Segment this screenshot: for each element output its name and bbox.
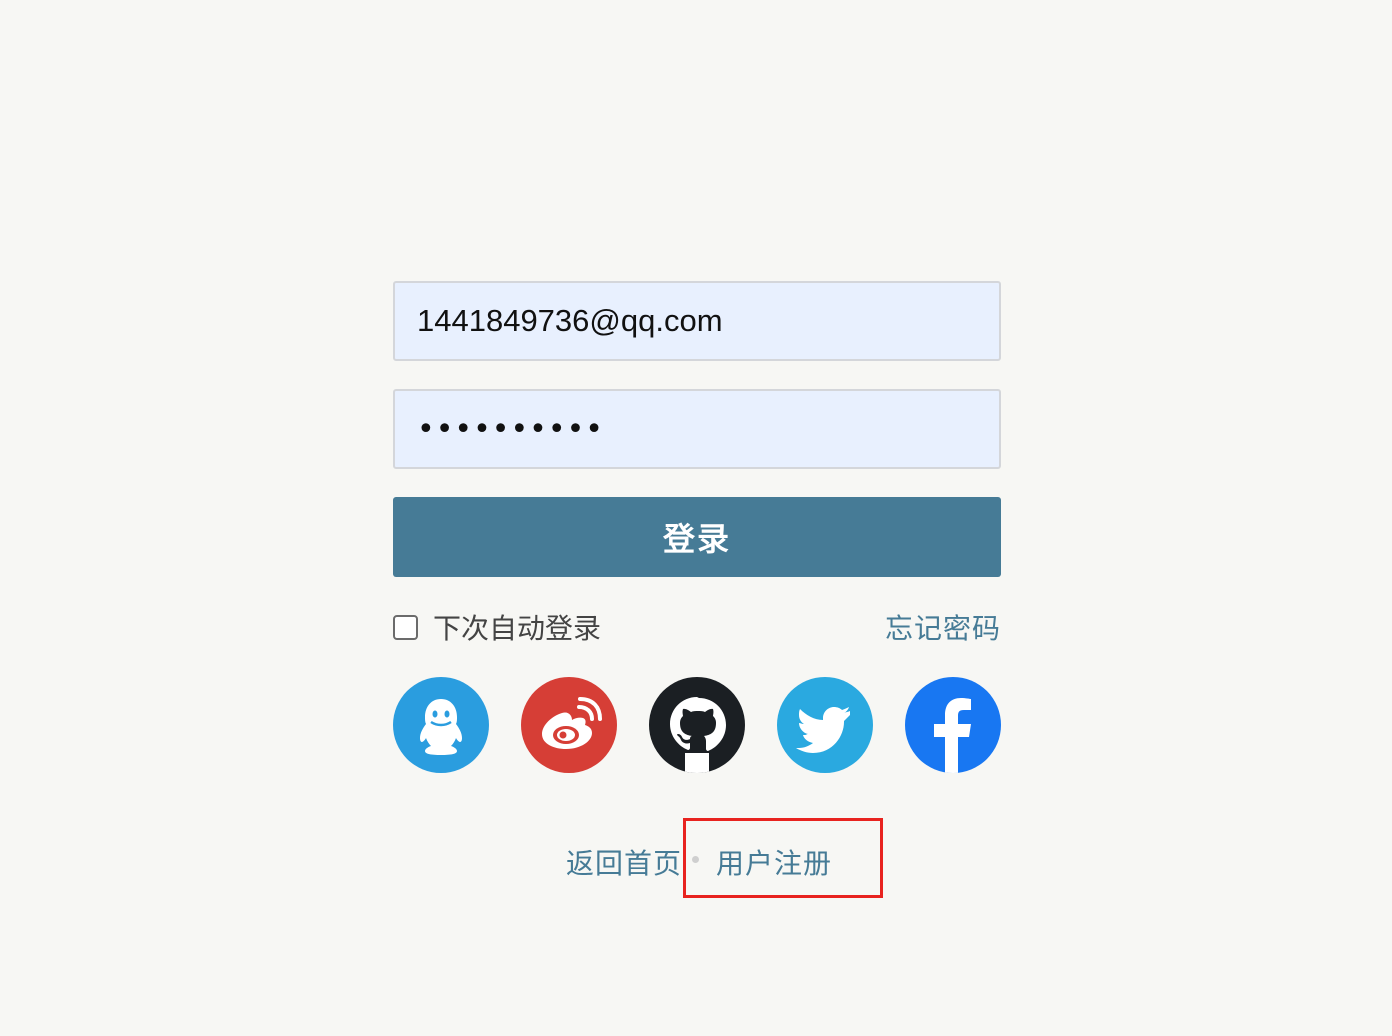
remember-me[interactable]: 下次自动登录 [393,607,601,647]
password-input[interactable]: •••••••••• [417,412,604,447]
forgot-password-link[interactable]: 忘记密码 [885,607,1001,647]
facebook-login-button[interactable] [905,677,1001,773]
weibo-icon [542,697,602,749]
options-row: 下次自动登录 忘记密码 [393,607,1001,647]
email-input[interactable] [417,283,977,359]
login-form: •••••••••• 登录 下次自动登录 忘记密码 [393,281,1001,773]
remember-label: 下次自动登录 [433,612,602,645]
password-field[interactable]: •••••••••• [393,389,1001,469]
email-field[interactable] [393,281,1001,361]
twitter-login-button[interactable] [777,677,873,773]
facebook-icon [934,698,971,773]
github-login-button[interactable] [649,677,745,773]
github-icon [670,697,726,773]
qq-login-button[interactable] [393,677,489,773]
social-login-row [393,677,1001,773]
remember-checkbox[interactable] [393,614,418,640]
login-button[interactable]: 登录 [393,497,1001,577]
highlight-annotation-box [683,818,883,898]
weibo-login-button[interactable] [521,677,617,773]
back-home-link[interactable]: 返回首页 [566,842,682,882]
twitter-icon [796,707,850,753]
qq-icon [420,699,462,755]
